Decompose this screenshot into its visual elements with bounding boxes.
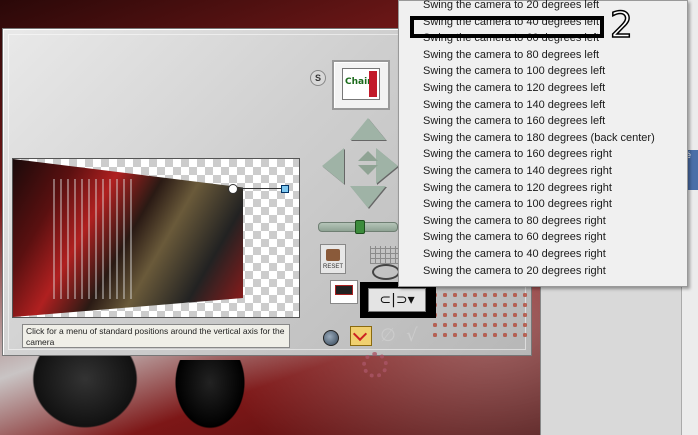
preset-button[interactable]	[330, 280, 358, 304]
arrow-left-icon[interactable]	[322, 148, 344, 184]
preset-thumbnail[interactable]: Chair	[332, 60, 390, 110]
annotation-highlight	[410, 16, 604, 38]
honeycomb-decoration	[430, 280, 530, 340]
gear-icon	[362, 352, 388, 378]
arrow-right-icon[interactable]	[376, 148, 398, 184]
reset-label: RESET	[322, 264, 343, 270]
menu-item[interactable]: Swing the camera to 120 degrees right	[423, 180, 612, 196]
menu-item[interactable]: Swing the camera to 140 degrees left	[423, 97, 605, 113]
background-figure	[25, 355, 145, 435]
thumbnail-accent	[369, 71, 377, 97]
reset-button[interactable]: RESET	[320, 244, 346, 274]
preview-image	[13, 159, 243, 317]
menu-item[interactable]: Swing the camera to 100 degrees right	[423, 196, 612, 212]
s-button[interactable]: S	[310, 70, 326, 86]
swing-positions-button[interactable]: ⊂|⊃▾	[368, 288, 426, 312]
globe-icon[interactable]	[323, 330, 339, 346]
arrow-down-icon[interactable]	[350, 186, 386, 208]
menu-item[interactable]: Swing the camera to 20 degrees right	[423, 263, 606, 279]
center-up-icon[interactable]	[358, 151, 378, 161]
handle-line	[233, 188, 283, 189]
drag-handle[interactable]	[281, 185, 289, 193]
tooltip: Click for a menu of standard positions a…	[22, 324, 290, 348]
menu-item[interactable]: Swing the camera to 120 degrees left	[423, 80, 605, 96]
rotate-ring-icon[interactable]	[372, 264, 400, 280]
menu-item[interactable]: Swing the camera to 40 degrees right	[423, 246, 606, 262]
menu-item[interactable]: Swing the camera to 160 degrees right	[423, 146, 612, 162]
background-figure-2	[170, 360, 250, 435]
image-preview	[12, 158, 300, 318]
zoom-slider[interactable]	[318, 220, 398, 234]
menu-item[interactable]: Swing the camera to 140 degrees right	[423, 163, 612, 179]
menu-item[interactable]: Swing the camera to 180 degrees (back ce…	[423, 130, 655, 146]
swing-positions-menu: Swing the camera to 20 degrees left Swing…	[398, 0, 688, 287]
menu-item[interactable]: Swing the camera to 60 degrees right	[423, 229, 606, 245]
thumbnail-art: Chair	[342, 68, 380, 100]
annotation-step-number: 2	[609, 5, 633, 47]
menu-item[interactable]: Swing the camera to 80 degrees right	[423, 213, 606, 229]
ok-icon[interactable]: √	[402, 326, 422, 346]
menu-item[interactable]: Swing the camera to 20 degrees left	[423, 0, 599, 13]
menu-item[interactable]: Swing the camera to 100 degrees left	[423, 63, 605, 79]
grid-icon[interactable]	[370, 246, 398, 264]
cancel-icon[interactable]: ∅	[378, 326, 398, 346]
folder-icon[interactable]	[350, 326, 372, 346]
arrow-up-icon[interactable]	[350, 118, 386, 140]
center-down-icon[interactable]	[358, 165, 378, 175]
menu-item[interactable]: Swing the camera to 160 degrees left	[423, 113, 605, 129]
swing-button-highlight: ⊂|⊃▾	[360, 282, 436, 318]
pivot-handle[interactable]	[228, 184, 238, 194]
thumbnail-text: Chair	[345, 77, 372, 87]
slider-knob[interactable]	[355, 220, 365, 234]
menu-item[interactable]: Swing the camera to 80 degrees left	[423, 47, 599, 63]
